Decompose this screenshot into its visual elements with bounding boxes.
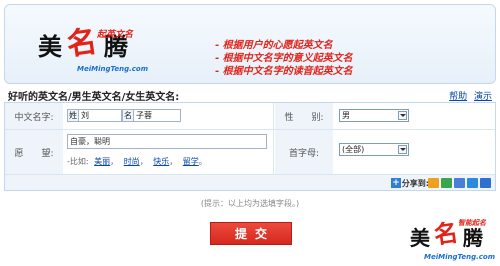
submit-button[interactable]: 提交 — [210, 222, 292, 245]
examples-prefix: -比如: — [67, 157, 89, 166]
chinese-name-label: 中文名字: — [5, 103, 63, 129]
share-weibo-icon[interactable] — [454, 178, 465, 188]
footer-logo-tagline: 智能起名 — [458, 218, 486, 227]
share-renren-icon[interactable] — [467, 178, 478, 188]
example-link[interactable]: 快乐 — [153, 157, 169, 166]
wish-input[interactable]: 自豪，聪明 — [67, 134, 267, 149]
share-icons — [428, 178, 491, 188]
gender-label: 性 别: — [275, 103, 333, 129]
share-douban-icon[interactable] — [441, 178, 452, 188]
surname-input[interactable]: 刘 — [78, 109, 122, 122]
footer-logo-char-mei: 美 — [410, 226, 430, 250]
footer-logo-char-teng: 腾 — [463, 226, 483, 250]
share-plus-icon[interactable]: + — [391, 178, 401, 188]
logo-url: MeiMingTeng.com — [77, 65, 148, 73]
examples-suffix: 。 — [198, 157, 207, 166]
feature-item: - 根据中文名字的读音起英文名 — [215, 66, 353, 77]
example-link[interactable]: 时尚 — [124, 157, 140, 166]
example-link[interactable]: 美丽 — [94, 157, 110, 166]
demo-link[interactable]: 演示 — [474, 92, 492, 102]
footer-logo-url: MeiMingTeng.com — [424, 253, 495, 261]
initial-label: 首字母: — [275, 130, 333, 174]
share-bar: + 分享到: — [4, 175, 496, 191]
feature-list: - 根据用户的心愿起英文名 - 根据中文名字的意义起英文名 - 根据中文名字的读… — [215, 39, 353, 78]
form-title: 好听的英文名/男生英文名/女生英文名: — [8, 92, 180, 103]
logo-char-ming: 名 — [64, 24, 100, 63]
help-link[interactable]: 帮助 — [449, 92, 467, 102]
share-more-icon[interactable] — [480, 178, 491, 188]
initial-select-value: (全部) — [342, 145, 365, 154]
logo-tagline: 起英文名 — [97, 30, 134, 40]
share-qzone-icon[interactable] — [428, 178, 439, 188]
chevron-down-icon — [398, 111, 407, 120]
given-name-input[interactable]: 子蓉 — [133, 109, 181, 122]
gender-select-value: 男 — [342, 111, 350, 120]
chevron-down-icon — [398, 145, 407, 154]
feature-item: - 根据中文名字的意义起英文名 — [215, 53, 353, 64]
form-row-name: 中文名字: 姓 刘 名 子蓉 性 别: 男 — [5, 103, 495, 130]
footer-logo-char-ming: 名 — [432, 217, 460, 250]
form-tip: (提示：以上均为选填字段。) — [200, 199, 300, 208]
header-banner: 美 名 腾 起英文名 MeiMingTeng.com - 根据用户的心愿起英文名… — [4, 4, 496, 84]
example-link[interactable]: 留学 — [183, 157, 199, 166]
help-links: 帮助 演示 — [445, 89, 492, 102]
share-label: 分享到: — [401, 179, 429, 188]
logo-char-mei: 美 — [38, 32, 62, 61]
wish-label: 愿 望: — [5, 130, 63, 174]
wish-examples: -比如: 美丽， 时尚， 快乐， 留学。 — [67, 157, 207, 166]
gender-select[interactable]: 男 — [339, 109, 409, 122]
initial-select[interactable]: (全部) — [339, 143, 409, 156]
feature-item: - 根据用户的心愿起英文名 — [215, 40, 333, 51]
